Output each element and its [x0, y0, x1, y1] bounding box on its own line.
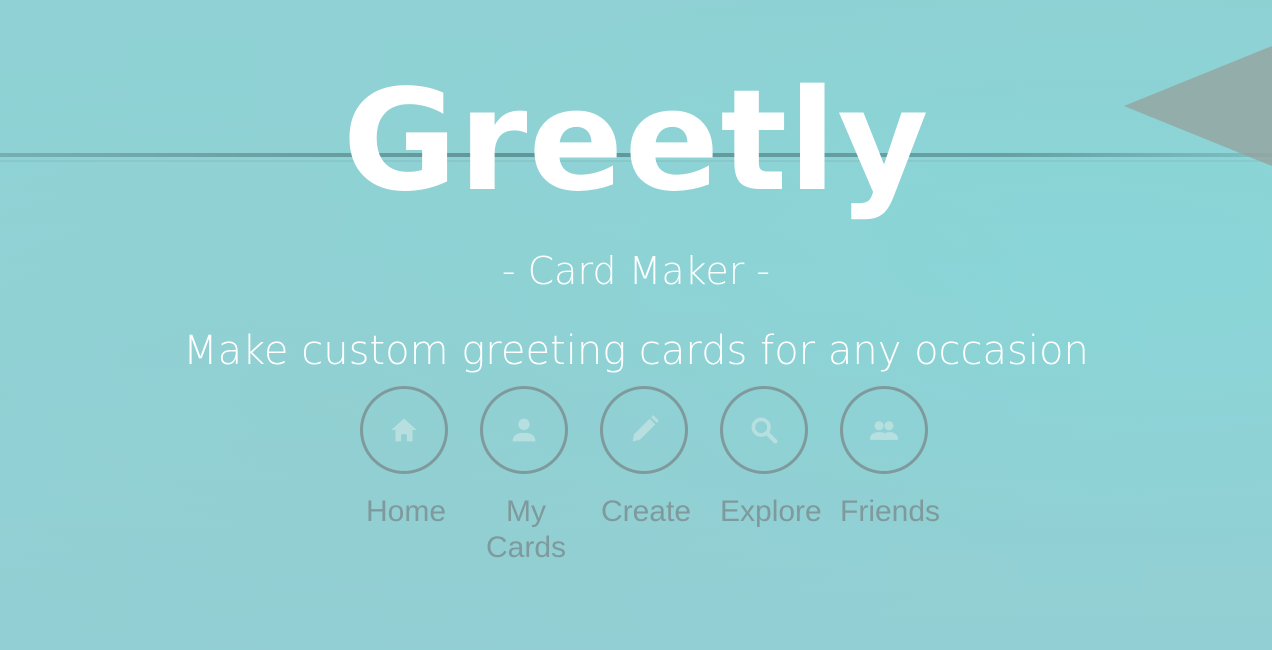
nav-item-create[interactable]: Create	[600, 386, 720, 566]
nav-label-explore[interactable]: Explore	[720, 494, 822, 530]
nav-item-friends[interactable]: Friends	[840, 386, 960, 566]
nav-label-create[interactable]: Create	[600, 494, 692, 530]
main-nav: Home My Cards Create Explore Friends	[360, 386, 960, 566]
nav-explore-button[interactable]	[720, 386, 808, 474]
nav-label-home[interactable]: Home	[360, 494, 452, 530]
nav-create-button[interactable]	[600, 386, 688, 474]
page-subtitle: - Card Maker -	[501, 249, 771, 293]
nav-item-my-cards[interactable]: My Cards	[480, 386, 600, 566]
nav-friends-button[interactable]	[840, 386, 928, 474]
pencil-icon	[632, 415, 659, 442]
nav-label-friends[interactable]: Friends	[840, 494, 940, 530]
page-tagline: Make custom greeting cards for any occas…	[183, 328, 1089, 374]
search-icon	[751, 417, 778, 444]
home-icon	[391, 418, 417, 442]
people-icon	[869, 421, 899, 440]
nav-item-explore[interactable]: Explore	[720, 386, 840, 566]
nav-home-button[interactable]	[360, 386, 448, 474]
nav-label-my-cards[interactable]: My Cards	[480, 494, 572, 566]
person-icon	[512, 418, 536, 442]
page-title: Greetly	[342, 60, 930, 223]
nav-my-cards-button[interactable]	[480, 386, 568, 474]
nav-item-home[interactable]: Home	[360, 386, 480, 566]
